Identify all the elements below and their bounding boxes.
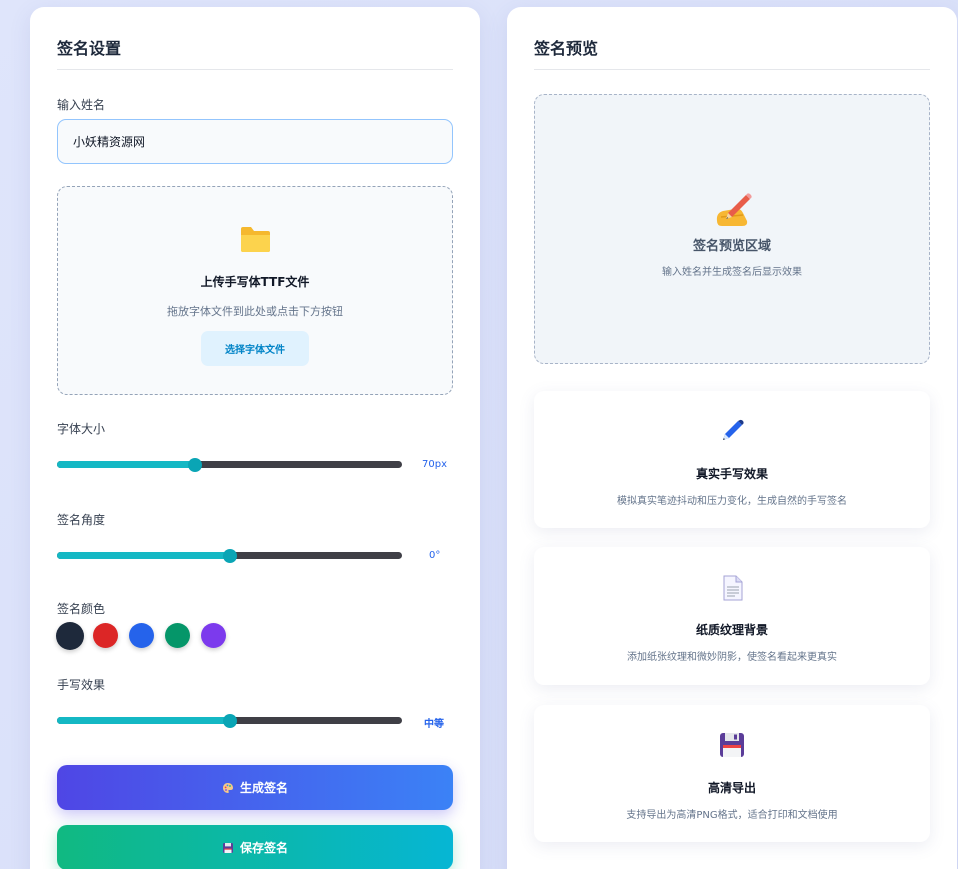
angle-slider[interactable] bbox=[57, 548, 402, 563]
upload-description: 拖放字体文件到此处或点击下方按钮 bbox=[167, 305, 343, 318]
preview-panel: 签名预览 签名预览区域 输入姓名并生成签名后显示效果 真实手写效果 模拟真实笔迹… bbox=[507, 7, 957, 869]
generate-signature-label: 生成签名 bbox=[239, 781, 288, 795]
folder-icon bbox=[241, 227, 270, 252]
signature-preview-area: 签名预览区域 输入姓名并生成签名后显示效果 bbox=[534, 94, 930, 364]
font-upload-dropzone[interactable]: 上传手写体TTF文件 拖放字体文件到此处或点击下方按钮 选择字体文件 bbox=[57, 186, 453, 395]
feature-card-paper-texture: 纸质纹理背景 添加纸张纹理和微妙阴影，使签名看起来更真实 bbox=[534, 547, 930, 685]
color-swatch[interactable] bbox=[129, 623, 154, 648]
settings-panel: 签名设置 输入姓名 上传手写体TTF文件 拖放字体文件到此处或点击下方按钮 选择… bbox=[30, 7, 480, 869]
font-size-slider[interactable] bbox=[57, 457, 402, 472]
font-size-label: 字体大小 bbox=[57, 422, 106, 436]
feature-card-hd-export: 高清导出 支持导出为高清PNG格式，适合打印和文档使用 bbox=[534, 705, 930, 842]
writing-hand-icon bbox=[716, 193, 752, 226]
pen-icon bbox=[723, 419, 744, 440]
effect-slider-thumb[interactable] bbox=[222, 713, 237, 728]
floppy-disk-icon bbox=[222, 842, 233, 853]
preview-area-title: 签名预览区域 bbox=[692, 239, 771, 254]
preview-divider bbox=[534, 69, 930, 70]
choose-font-button[interactable]: 选择字体文件 bbox=[201, 331, 309, 366]
color-swatch[interactable] bbox=[93, 623, 118, 648]
effect-slider-fill bbox=[57, 717, 230, 724]
name-label: 输入姓名 bbox=[57, 98, 106, 112]
feature-title-paper-texture: 纸质纹理背景 bbox=[695, 623, 768, 637]
upload-title: 上传手写体TTF文件 bbox=[200, 275, 310, 289]
name-input[interactable] bbox=[57, 119, 453, 164]
preview-area-description: 输入姓名并生成签名后显示效果 bbox=[662, 267, 802, 278]
feature-card-handwriting: 真实手写效果 模拟真实笔迹抖动和压力变化，生成自然的手写签名 bbox=[534, 391, 930, 528]
palette-icon bbox=[222, 782, 233, 793]
feature-title-handwriting: 真实手写效果 bbox=[695, 467, 768, 481]
feature-title-hd-export: 高清导出 bbox=[707, 781, 756, 795]
feature-desc-hd-export: 支持导出为高清PNG格式，适合打印和文档使用 bbox=[626, 810, 838, 821]
settings-title: 签名设置 bbox=[57, 39, 122, 58]
color-label: 签名颜色 bbox=[57, 602, 106, 616]
save-signature-label: 保存签名 bbox=[239, 841, 288, 855]
font-size-slider-thumb[interactable] bbox=[188, 457, 202, 472]
color-swatch[interactable] bbox=[56, 622, 84, 650]
effect-label: 手写效果 bbox=[57, 678, 106, 692]
preview-title: 签名预览 bbox=[534, 39, 599, 58]
angle-slider-thumb[interactable] bbox=[222, 548, 237, 563]
settings-divider bbox=[57, 69, 453, 70]
save-signature-button[interactable]: 保存签名 bbox=[57, 825, 453, 869]
color-swatch[interactable] bbox=[201, 623, 226, 648]
effect-slider[interactable] bbox=[57, 713, 402, 728]
color-swatch[interactable] bbox=[165, 623, 190, 648]
floppy-disk-icon bbox=[720, 733, 744, 757]
font-size-value: 70px bbox=[422, 459, 447, 470]
effect-value: 中等 bbox=[424, 719, 444, 730]
generate-signature-button[interactable]: 生成签名 bbox=[57, 765, 453, 810]
document-icon bbox=[723, 575, 743, 601]
angle-value: 0° bbox=[429, 550, 441, 561]
feature-desc-paper-texture: 添加纸张纹理和微妙阴影，使签名看起来更真实 bbox=[627, 652, 837, 663]
font-size-slider-fill bbox=[57, 461, 195, 468]
feature-desc-handwriting: 模拟真实笔迹抖动和压力变化，生成自然的手写签名 bbox=[617, 496, 847, 507]
angle-label: 签名角度 bbox=[57, 513, 106, 527]
angle-slider-fill bbox=[57, 552, 230, 559]
